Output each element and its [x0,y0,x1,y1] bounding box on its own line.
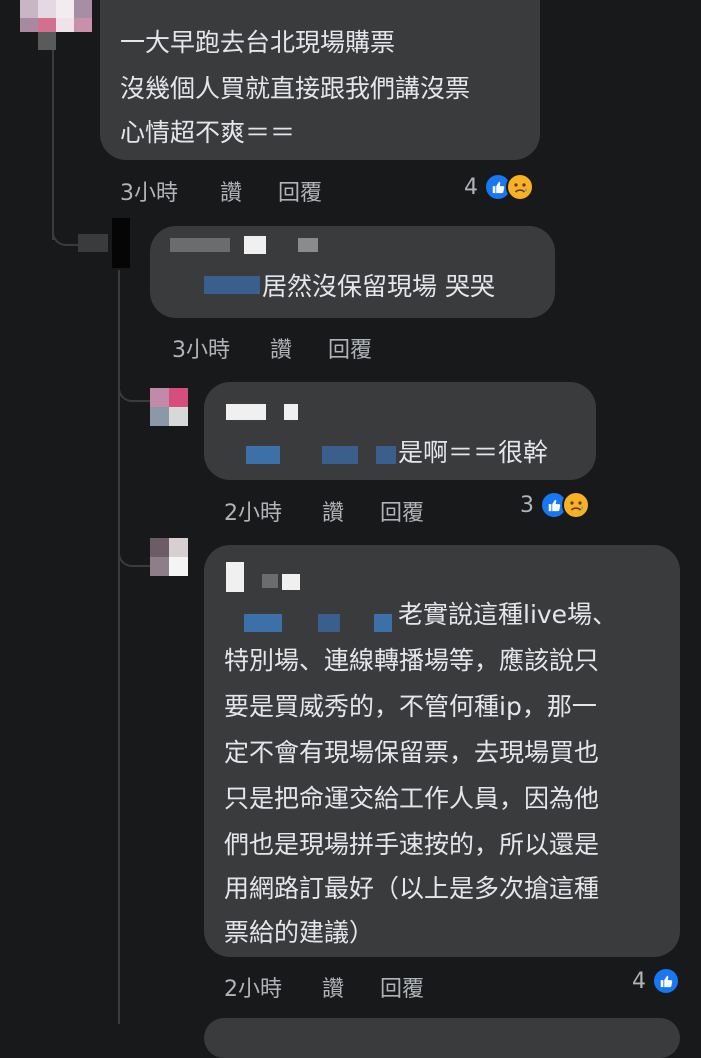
reaction-summary[interactable]: 4 [464,172,534,202]
comment-text-line: 特別場、連線轉播場等，應該說只 [224,646,600,675]
reply-button[interactable]: 回覆 [380,971,424,1003]
comment-text-line: 票給的建議） [224,918,375,947]
comment-text-line: 們也是現場拼手速按的，所以還是 [224,830,600,859]
like-button[interactable]: 讚 [322,971,344,1003]
reply-button[interactable]: 回覆 [380,495,424,527]
blurred-mention [318,614,340,632]
sad-icon [506,173,534,201]
blurred-name [298,238,318,252]
avatar[interactable] [150,538,188,576]
comment-text-line: 居然沒保留現場 哭哭 [262,272,495,301]
reaction-count: 4 [632,968,646,994]
blurred-name [226,562,244,592]
timestamp[interactable]: 2小時 [224,495,282,527]
blurred-mention [244,614,282,632]
comment-text-line: 要是買威秀的，不管何種ip，那一 [224,692,597,721]
blurred-name [284,404,298,420]
comment-text-line: 一大早跑去台北現場購票 [120,28,396,57]
blurred-name [226,404,266,420]
blurred-name [244,236,266,254]
comment-text-line: 用網路訂最好（以上是多次搶這種 [224,874,600,903]
comment-text-line: 是啊＝＝很幹 [398,438,549,467]
reaction-count: 4 [464,174,478,200]
blurred-name [170,238,230,252]
like-button[interactable]: 讚 [322,495,344,527]
avatar[interactable] [20,0,92,50]
thread-elbow-reply-3 [118,535,150,567]
avatar[interactable] [150,388,188,426]
comment-text-line: 沒幾個人買就直接跟我們講沒票 [120,74,471,103]
comment-meta: 2小時 讚 回覆 [224,971,524,1003]
timestamp[interactable]: 3小時 [120,175,178,207]
comment-bubble-partial [204,1018,680,1058]
reaction-count: 3 [520,492,534,518]
blurred-name [282,574,300,590]
comment-meta: 2小時 讚 回覆 [224,495,524,527]
timestamp[interactable]: 3小時 [172,332,230,364]
comment-text-line: 心情超不爽＝＝ [120,118,296,147]
blurred-mention [322,446,358,464]
blurred-mention [376,446,396,464]
reaction-summary[interactable]: 4 [632,966,680,996]
timestamp[interactable]: 2小時 [224,971,282,1003]
like-button[interactable]: 讚 [270,332,292,364]
comment-text-line: 只是把命運交給工作人員，因為他 [224,784,600,813]
blurred-mention [246,446,280,464]
comment-meta: 3小時 讚 回覆 [120,175,420,207]
reply-button[interactable]: 回覆 [278,175,322,207]
blurred-mention [374,614,392,632]
like-button[interactable]: 讚 [220,175,242,207]
reaction-summary[interactable]: 3 [520,490,590,520]
comment-text-line: 定不會有現場保留票，去現場買也 [224,738,600,767]
like-icon [652,967,680,995]
comment-text-line: 老實說這種live場、 [398,600,618,629]
blurred-mention [204,276,260,294]
blurred-name [262,574,278,588]
comment-meta: 3小時 讚 回覆 [172,332,472,364]
sad-icon [562,491,590,519]
avatar[interactable] [78,218,134,268]
thread-elbow-reply-2 [118,370,150,402]
reply-button[interactable]: 回覆 [328,332,372,364]
